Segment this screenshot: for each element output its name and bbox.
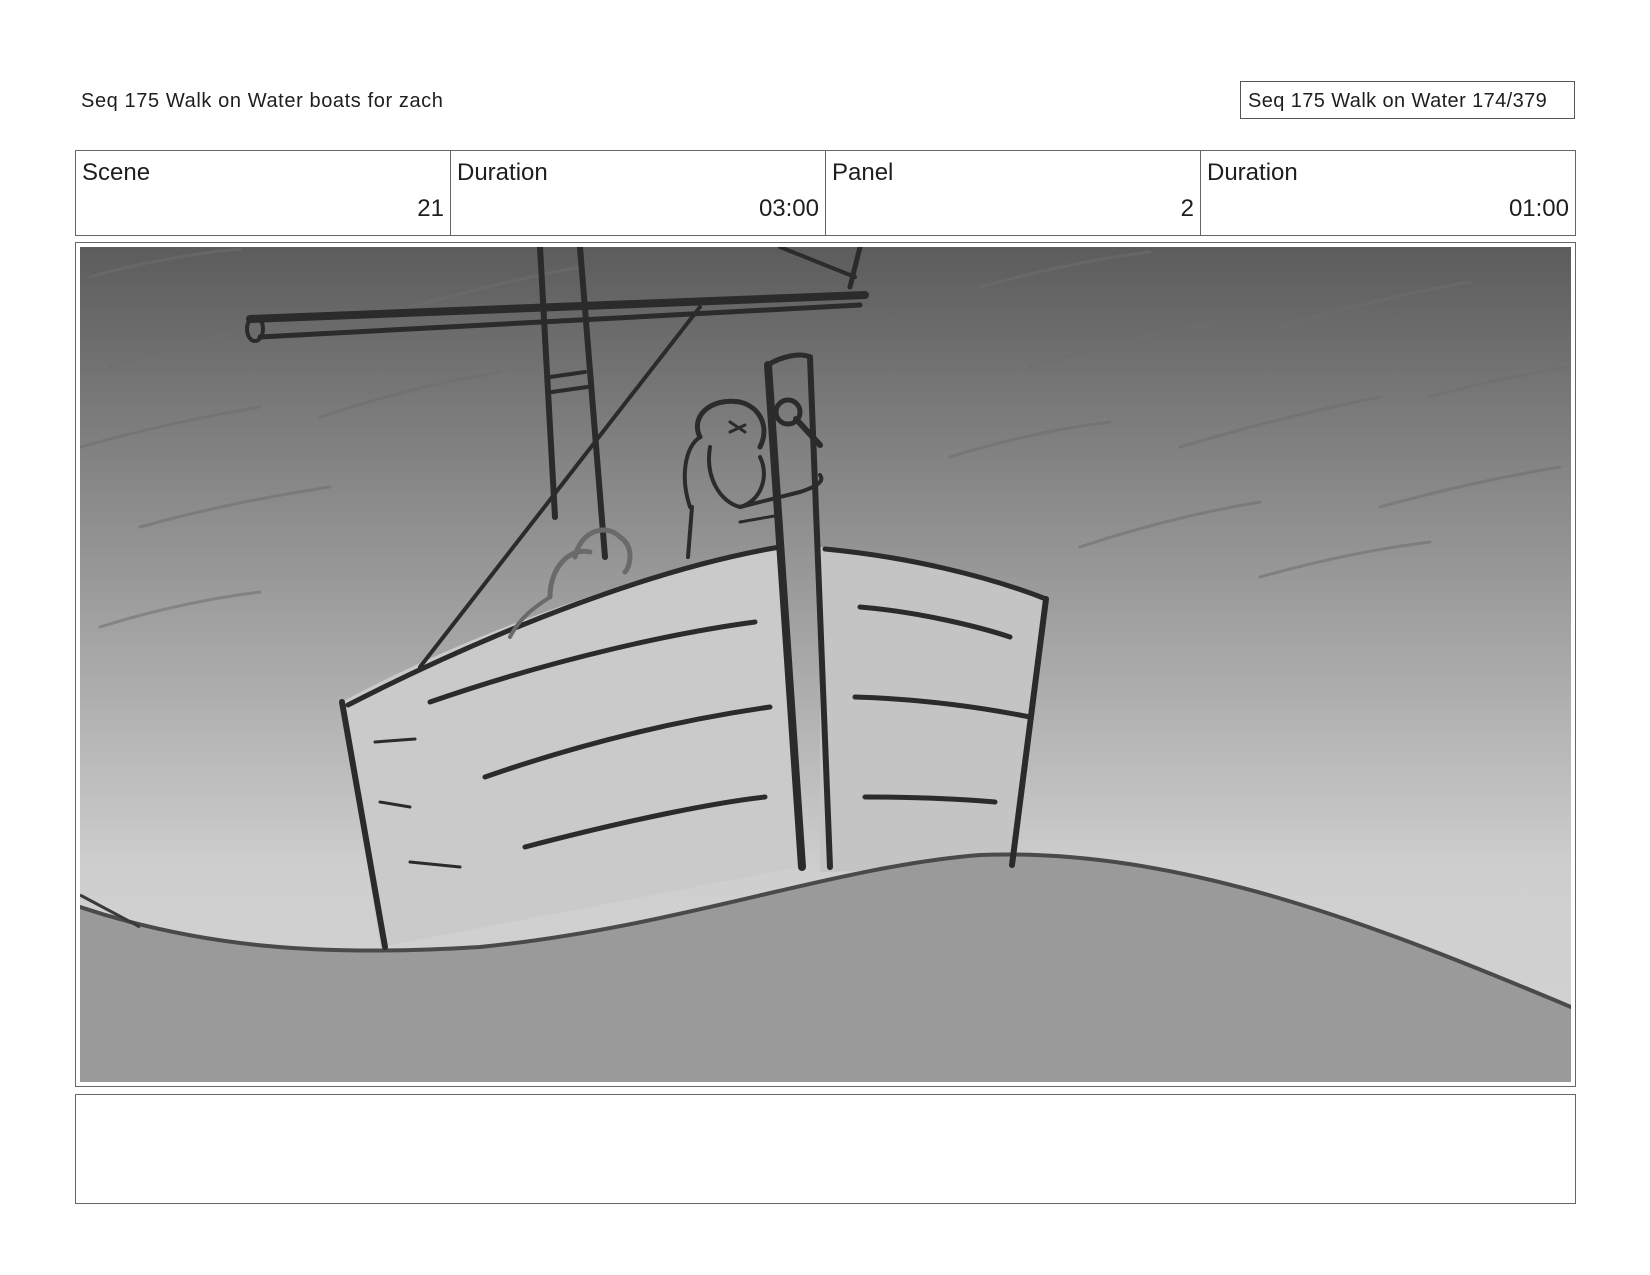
scene-label: Scene [82,159,151,186]
panel-info-table: Scene 21 Duration 03:00 Panel 2 Duration… [75,150,1576,236]
scene-duration-value: 03:00 [758,195,819,222]
panel-duration-value: 01:00 [1508,195,1569,222]
scene-duration-cell: Duration 03:00 [451,151,826,235]
scene-value: 21 [417,195,444,222]
notes-box [75,1094,1576,1204]
boat-hull-right [820,547,1045,872]
boat-sketch-illustration [80,247,1571,1082]
page-counter: Seq 175 Walk on Water 174/379 [1240,81,1575,119]
panel-label: Panel [832,159,894,186]
panel-duration-cell: Duration 01:00 [1201,151,1575,235]
sequence-title: Seq 175 Walk on Water boats for zach [81,90,444,112]
panel-cell: Panel 2 [826,151,1201,235]
panel-value: 2 [1180,195,1194,222]
scene-cell: Scene 21 [76,151,451,235]
storyboard-panel-image [80,247,1571,1082]
panel-duration-label: Duration [1207,159,1298,186]
scene-duration-label: Duration [457,159,548,186]
